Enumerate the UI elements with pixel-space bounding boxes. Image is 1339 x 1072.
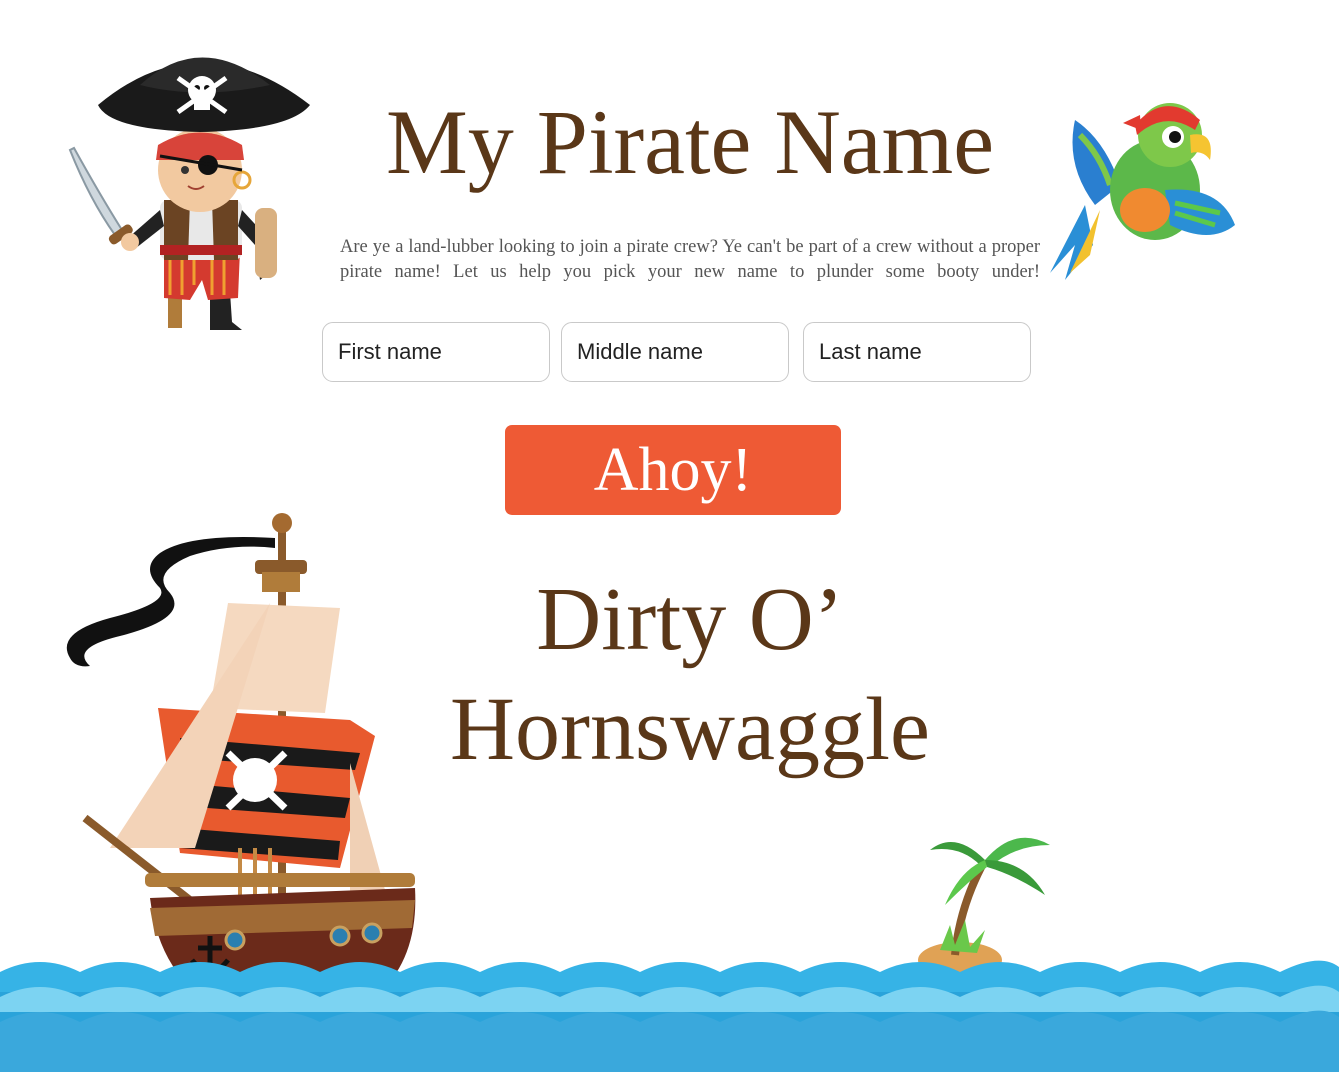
last-name-input[interactable] — [803, 322, 1031, 382]
sea-waves — [0, 960, 1339, 1072]
parrot-illustration — [1050, 103, 1235, 280]
first-name-input[interactable] — [322, 322, 550, 382]
pirate-name-line-1: Dirty O’ — [536, 570, 844, 669]
pirate-name-line-2: Hornswaggle — [450, 680, 930, 779]
middle-name-input[interactable] — [561, 322, 789, 382]
pirate-ship-illustration — [66, 513, 416, 1022]
page-title: My Pirate Name — [385, 91, 995, 193]
pirate-name-result: Dirty O’ Hornswaggle — [410, 565, 970, 785]
intro-text: Are ye a land-lubber looking to join a p… — [340, 237, 1040, 282]
pirate-boy-illustration — [68, 57, 310, 330]
ahoy-button[interactable]: Ahoy! — [505, 425, 841, 515]
